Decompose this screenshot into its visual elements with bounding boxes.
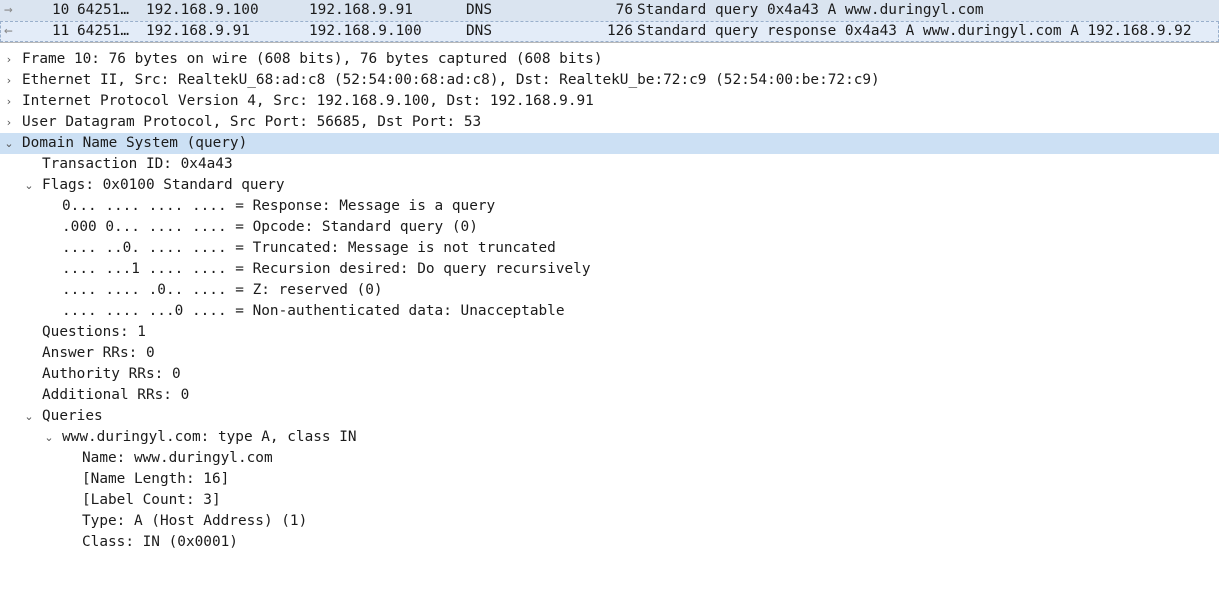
tree-item-label: Ethernet II, Src: RealtekU_68:ad:c8 (52:… [22,72,880,88]
chevron-right-icon[interactable]: › [3,91,15,112]
tree-item-label: Internet Protocol Version 4, Src: 192.16… [22,93,594,109]
packet-row-11[interactable]: ← 11 64251… 192.168.9.91 192.168.9.100 D… [0,21,1219,42]
chevron-down-icon[interactable]: ⌄ [43,427,55,448]
packet-source: 192.168.9.91 [146,23,250,39]
tree-item-query-name[interactable]: Name: www.duringyl.com [0,448,1219,469]
tree-item-udp[interactable]: › User Datagram Protocol, Src Port: 5668… [0,112,1219,133]
packet-no: 11 [52,23,70,39]
packet-info: Standard query response 0x4a43 A www.dur… [637,23,1192,39]
tree-item-label: .... .... ...0 .... = Non-authenticated … [62,303,565,319]
tree-item-queries[interactable]: ⌄ Queries [0,406,1219,427]
tree-item-questions[interactable]: Questions: 1 [0,322,1219,343]
tree-item-query-class[interactable]: Class: IN (0x0001) [0,532,1219,553]
chevron-right-icon[interactable]: › [3,49,15,70]
packet-time: 64251… [77,23,129,39]
packet-destination: 192.168.9.100 [309,23,422,39]
tree-item-label: Type: A (Host Address) (1) [82,513,308,529]
tree-item-query-type[interactable]: Type: A (Host Address) (1) [0,511,1219,532]
tree-item-authority-rrs[interactable]: Authority RRs: 0 [0,364,1219,385]
tree-item-flag-opcode[interactable]: .000 0... .... .... = Opcode: Standard q… [0,217,1219,238]
tree-item-label: User Datagram Protocol, Src Port: 56685,… [22,114,482,130]
tree-item-label: Queries [42,408,103,424]
packet-length: 76 [615,2,633,18]
tree-item-label: Frame 10: 76 bytes on wire (608 bits), 7… [22,51,603,67]
tree-item-query-label-count[interactable]: [Label Count: 3] [0,490,1219,511]
packet-protocol: DNS [466,23,492,39]
tree-item-frame[interactable]: › Frame 10: 76 bytes on wire (608 bits),… [0,49,1219,70]
chevron-right-icon[interactable]: › [3,70,15,91]
tree-item-label: Transaction ID: 0x4a43 [42,156,233,172]
tree-item-label: Name: www.duringyl.com [82,450,273,466]
tree-item-label: Domain Name System (query) [22,135,248,151]
packet-length: 126 [607,23,633,39]
tree-item-label: 0... .... .... .... = Response: Message … [62,198,496,214]
tree-item-flag-z[interactable]: .... .... .0.. .... = Z: reserved (0) [0,280,1219,301]
tree-item-flag-non-auth[interactable]: .... .... ...0 .... = Non-authenticated … [0,301,1219,322]
tree-item-label: [Label Count: 3] [82,492,221,508]
chevron-right-icon[interactable]: › [3,112,15,133]
tree-item-query-name-length[interactable]: [Name Length: 16] [0,469,1219,490]
packet-protocol: DNS [466,2,492,18]
tree-item-label: www.duringyl.com: type A, class IN [62,429,357,445]
tree-item-label: Authority RRs: 0 [42,366,181,382]
chevron-down-icon[interactable]: ⌄ [23,175,35,196]
tree-item-additional-rrs[interactable]: Additional RRs: 0 [0,385,1219,406]
packet-no: 10 [52,2,70,18]
packet-detail-tree: › Frame 10: 76 bytes on wire (608 bits),… [0,49,1219,556]
tree-item-flag-response[interactable]: 0... .... .... .... = Response: Message … [0,196,1219,217]
tree-item-flag-recursion[interactable]: .... ...1 .... .... = Recursion desired:… [0,259,1219,280]
tree-item-label: Answer RRs: 0 [42,345,155,361]
packet-source: 192.168.9.100 [146,2,259,18]
tree-item-query-entry[interactable]: ⌄ www.duringyl.com: type A, class IN [0,427,1219,448]
tree-item-label: .... ..0. .... .... = Truncated: Message… [62,240,556,256]
response-arrow-icon: ← [4,23,13,39]
packet-info: Standard query 0x4a43 A www.duringyl.com [637,2,984,18]
tree-item-dns[interactable]: ⌄ Domain Name System (query) [0,133,1219,154]
chevron-down-icon[interactable]: ⌄ [3,133,15,154]
request-arrow-icon: → [4,2,13,18]
tree-item-label: .... .... .0.. .... = Z: reserved (0) [62,282,383,298]
tree-item-transaction-id[interactable]: Transaction ID: 0x4a43 [0,154,1219,175]
tree-item-ethernet[interactable]: › Ethernet II, Src: RealtekU_68:ad:c8 (5… [0,70,1219,91]
chevron-down-icon[interactable]: ⌄ [23,406,35,427]
tree-item-label: Questions: 1 [42,324,146,340]
packet-row-10[interactable]: → 10 64251… 192.168.9.100 192.168.9.91 D… [0,0,1219,21]
tree-item-ip[interactable]: › Internet Protocol Version 4, Src: 192.… [0,91,1219,112]
tree-item-answer-rrs[interactable]: Answer RRs: 0 [0,343,1219,364]
tree-item-label: .... ...1 .... .... = Recursion desired:… [62,261,591,277]
packet-time: 64251… [77,2,129,18]
packet-list: → 10 64251… 192.168.9.100 192.168.9.91 D… [0,0,1219,43]
tree-item-label: [Name Length: 16] [82,471,230,487]
tree-item-label: Class: IN (0x0001) [82,534,238,550]
tree-item-flags[interactable]: ⌄ Flags: 0x0100 Standard query [0,175,1219,196]
tree-item-label: Additional RRs: 0 [42,387,190,403]
packet-destination: 192.168.9.91 [309,2,413,18]
tree-item-label: .000 0... .... .... = Opcode: Standard q… [62,219,478,235]
tree-item-label: Flags: 0x0100 Standard query [42,177,285,193]
tree-item-flag-truncated[interactable]: .... ..0. .... .... = Truncated: Message… [0,238,1219,259]
